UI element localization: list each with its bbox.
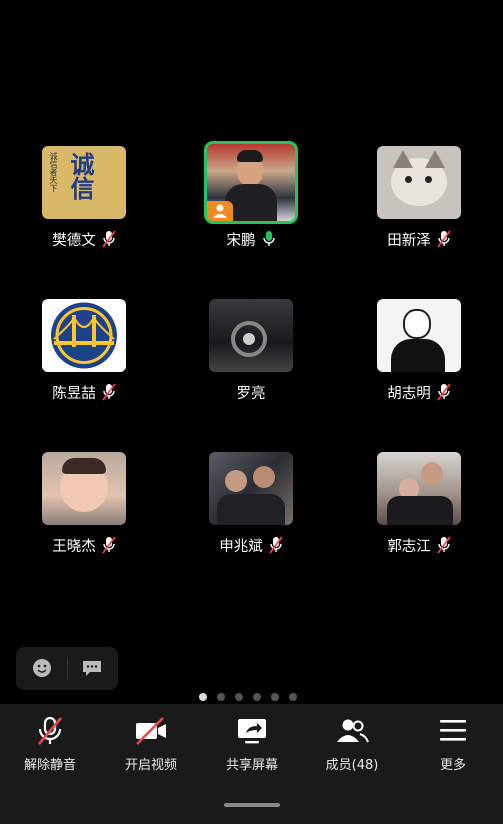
members-label: 成员(48) (325, 758, 379, 773)
participant-tile[interactable]: 胡志明 (359, 296, 479, 416)
page-dot[interactable] (217, 693, 225, 701)
participant-tile[interactable]: 申兆斌 (191, 449, 311, 569)
cat-ear-shape (425, 150, 445, 168)
participant-name: 樊德文 (52, 232, 96, 249)
participant-name: 田新泽 (387, 232, 431, 249)
group-photo-avatar (209, 452, 293, 525)
page-dot[interactable] (235, 693, 243, 701)
start-video-label: 开启视频 (124, 758, 177, 773)
clothing-shape (387, 496, 453, 525)
warriors-logo-avatar (42, 299, 126, 372)
cat-eye-shape (425, 176, 432, 183)
share-screen-button[interactable]: 共享屏幕 (202, 704, 302, 782)
mic-muted-icon (102, 230, 116, 248)
participant-tile[interactable]: 陈昱喆 (24, 296, 144, 416)
participant-name: 郭志江 (387, 538, 431, 555)
members-button[interactable]: 成员(48) (302, 704, 402, 782)
calligraphy-text: 诚信 (66, 152, 95, 200)
share-screen-icon (238, 719, 266, 744)
person-shape (225, 470, 247, 492)
cartoon-body-shape (391, 339, 445, 372)
more-label: 更多 (439, 758, 466, 773)
participant-tile[interactable]: 罗亮 (191, 296, 311, 416)
page-dot[interactable] (289, 693, 297, 701)
participant-name: 王晓杰 (52, 538, 96, 555)
start-video-button[interactable]: 开启视频 (101, 704, 201, 782)
participant-name: 罗亮 (236, 385, 266, 402)
bottom-toolbar: 解除静音 开启视频 共享屏幕 成员(48) 更多 (0, 704, 503, 824)
reaction-bar (16, 647, 118, 690)
cartoon-boy-avatar (377, 299, 461, 372)
more-button[interactable]: 更多 (403, 704, 503, 782)
mic-muted-icon (269, 536, 283, 554)
participant-name: 胡志明 (387, 385, 431, 402)
participant-tile[interactable]: 王晓杰 (24, 449, 144, 569)
person-shape (421, 462, 443, 486)
participant-tile-speaking[interactable]: 宋鹏 (191, 141, 311, 263)
baby-avatar (42, 452, 126, 525)
participant-grid: 诚信 诚信者天下 樊德文 宋鹏 田新泽 陈昱喆 罗亮 胡志明 王晓杰 申兆斌 郭… (0, 0, 503, 640)
participant-tile[interactable]: 田新泽 (359, 143, 479, 263)
calligraphy-small-text: 诚信者天下 (49, 152, 58, 192)
members-icon (337, 719, 369, 743)
cat-eye-shape (405, 176, 412, 183)
participant-name: 陈昱喆 (52, 385, 96, 402)
divider (67, 657, 68, 680)
unmute-button[interactable]: 解除静音 (0, 704, 100, 782)
mercedes-star-shape (243, 333, 255, 345)
chat-icon[interactable] (81, 658, 103, 678)
car-interior-avatar (209, 299, 293, 372)
menu-icon (440, 720, 466, 741)
participant-tile[interactable]: 郭志江 (359, 449, 479, 569)
mic-muted-icon (437, 536, 451, 554)
mic-active-icon (262, 231, 275, 246)
hair-shape (237, 150, 263, 162)
page-dot-active[interactable] (199, 693, 207, 701)
family-photo-avatar (377, 452, 461, 525)
video-off-icon (136, 717, 166, 745)
mic-muted-icon (102, 383, 116, 401)
page-indicator[interactable] (199, 693, 297, 701)
mic-muted-icon (437, 230, 451, 248)
participant-name: 申兆斌 (219, 538, 263, 555)
cat-avatar (377, 146, 461, 219)
man-photo-avatar (204, 141, 298, 224)
mic-muted-icon (437, 383, 451, 401)
page-dot[interactable] (271, 693, 279, 701)
mic-muted-icon (102, 536, 116, 554)
page-dot[interactable] (253, 693, 261, 701)
unmute-label: 解除静音 (23, 758, 76, 773)
calligraphy-avatar: 诚信 诚信者天下 (42, 146, 126, 219)
clothing-shape (217, 494, 285, 525)
cartoon-head-shape (403, 309, 431, 339)
mic-muted-icon (38, 716, 62, 745)
person-shape (253, 466, 275, 488)
host-badge-icon (207, 201, 233, 221)
bridge-logo-icon (51, 302, 117, 369)
participant-tile[interactable]: 诚信 诚信者天下 樊德文 (24, 143, 144, 263)
home-indicator[interactable] (224, 803, 280, 807)
share-screen-label: 共享屏幕 (225, 758, 278, 773)
baby-hair-shape (62, 458, 106, 474)
participant-name: 宋鹏 (226, 232, 256, 249)
cat-ear-shape (393, 150, 413, 168)
emoji-icon[interactable] (32, 658, 52, 678)
